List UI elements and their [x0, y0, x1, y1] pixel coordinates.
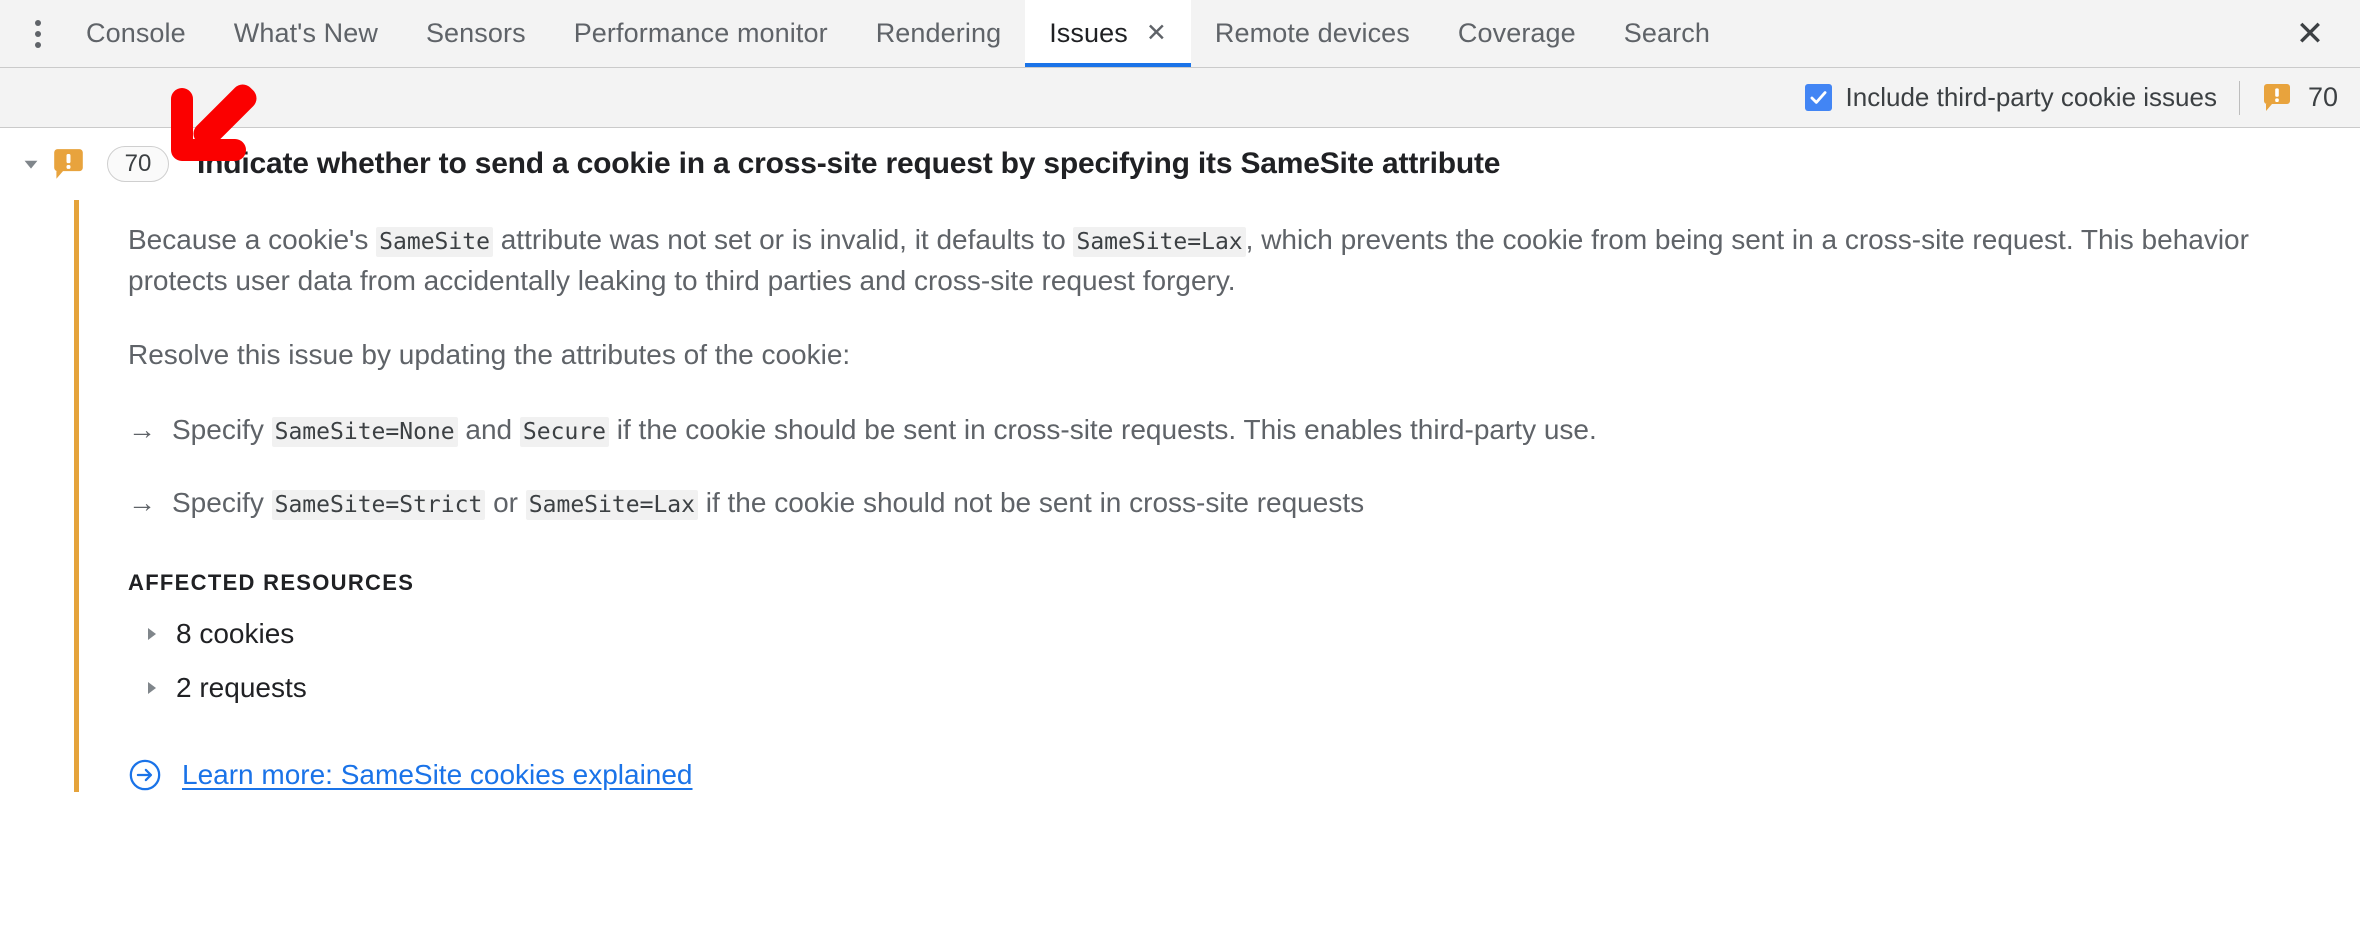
tab-rendering[interactable]: Rendering: [852, 0, 1026, 67]
issue-body: Because a cookie's SameSite attribute wa…: [0, 200, 2360, 793]
issue-description-paragraph: Because a cookie's SameSite attribute wa…: [128, 200, 2258, 301]
inline-code: Secure: [519, 416, 609, 447]
fix-text: Specify SameSite=None and Secure if the …: [172, 410, 1597, 449]
devtools-drawer: Console What's New Sensors Performance m…: [0, 0, 2360, 952]
issue-severity-rail: [74, 200, 79, 793]
tab-remote-devices[interactable]: Remote devices: [1191, 0, 1434, 67]
tab-label: What's New: [233, 18, 378, 48]
tab-issues[interactable]: Issues ✕: [1025, 0, 1191, 67]
tab-label: Sensors: [425, 18, 526, 48]
issue-entry: 70 Indicate whether to send a cookie in …: [0, 128, 2360, 793]
learn-more-link[interactable]: Learn more: SameSite cookies explained: [182, 759, 693, 791]
issue-fix-list: → Specify SameSite=None and Secure if th…: [128, 376, 2320, 522]
menu-dot: [35, 41, 41, 48]
tab-console[interactable]: Console: [62, 0, 210, 67]
close-icon[interactable]: ✕: [2282, 0, 2338, 68]
arrow-right-icon: →: [128, 486, 156, 518]
tab-search[interactable]: Search: [1600, 0, 1734, 67]
warning-bubble-icon: [52, 148, 85, 181]
affected-resource-requests[interactable]: 2 requests: [144, 672, 307, 704]
learn-more-link-row[interactable]: Learn more: SameSite cookies explained: [128, 758, 693, 792]
tab-coverage[interactable]: Coverage: [1434, 0, 1600, 67]
caret-down-icon[interactable]: [14, 153, 48, 175]
fix-text-part: or: [485, 486, 526, 518]
fix-list-item: → Specify SameSite=None and Secure if th…: [128, 376, 2320, 449]
fix-text-part: Specify: [172, 413, 272, 445]
menu-dot: [35, 30, 41, 37]
issue-resolve-paragraph: Resolve this issue by updating the attri…: [128, 339, 851, 371]
affected-resources-list: 8 cookies 2 requests: [128, 618, 2320, 704]
fix-text-part: if the cookie should be sent in cross-si…: [609, 413, 1597, 445]
fix-list-item: → Specify SameSite=Strict or SameSite=La…: [128, 449, 2320, 522]
tab-whats-new[interactable]: What's New: [210, 0, 402, 67]
tab-label: Rendering: [875, 18, 1002, 48]
inline-code: SameSite=Strict: [271, 489, 486, 520]
menu-dot: [35, 19, 41, 26]
tab-label: Performance monitor: [573, 18, 828, 48]
tab-performance-monitor[interactable]: Performance monitor: [550, 0, 852, 67]
fix-text: Specify SameSite=Strict or SameSite=Lax …: [172, 483, 1364, 522]
inline-code: SameSite=None: [271, 416, 458, 447]
tab-list: Console What's New Sensors Performance m…: [62, 0, 1734, 67]
resource-label: 8 cookies: [176, 618, 295, 650]
tab-label: Console: [86, 18, 186, 48]
more-tools-menu-icon[interactable]: [14, 0, 62, 67]
caret-right-icon[interactable]: [144, 626, 160, 642]
inline-code: SameSite=Lax: [1073, 227, 1246, 257]
drawer-tab-bar: Console What's New Sensors Performance m…: [0, 0, 2360, 68]
arrow-in-circle-icon: [128, 758, 162, 792]
inline-code: SameSite: [376, 227, 493, 257]
caret-right-icon[interactable]: [144, 680, 160, 696]
affected-resources-heading: Affected resources: [128, 570, 415, 596]
checkbox-checked-icon[interactable]: [1804, 84, 1832, 111]
issue-header[interactable]: 70 Indicate whether to send a cookie in …: [0, 128, 2360, 200]
issues-filter-toolbar: Include third-party cookie issues 70: [0, 68, 2360, 128]
resource-label: 2 requests: [176, 672, 307, 704]
tab-label: Issues: [1049, 18, 1128, 48]
arrow-right-icon: →: [128, 413, 156, 445]
warning-count-group: 70: [2262, 82, 2338, 113]
tab-label: Search: [1623, 18, 1710, 48]
tab-label: Coverage: [1457, 18, 1576, 48]
toolbar-divider: [2238, 80, 2240, 115]
checkbox-label: Include third-party cookie issues: [1845, 82, 2217, 112]
issue-count-badge: 70: [107, 146, 169, 182]
fix-text-part: if the cookie should not be sent in cros…: [697, 486, 1365, 518]
desc-text: attribute was not set or is invalid, it …: [492, 224, 1074, 255]
third-party-cookie-checkbox[interactable]: Include third-party cookie issues: [1804, 82, 2217, 113]
fix-text-part: Specify: [172, 486, 272, 518]
warning-bubble-icon: [2262, 83, 2292, 113]
issue-title: Indicate whether to send a cookie in a c…: [197, 147, 1501, 180]
tab-label: Remote devices: [1214, 18, 1410, 48]
affected-resource-cookies[interactable]: 8 cookies: [144, 618, 294, 650]
desc-text: Because a cookie's: [128, 224, 377, 255]
tab-sensors[interactable]: Sensors: [402, 0, 550, 67]
close-icon[interactable]: ✕: [1146, 21, 1167, 46]
fix-text-part: and: [457, 413, 520, 445]
warning-count: 70: [2307, 82, 2338, 112]
inline-code: SameSite=Lax: [525, 489, 698, 520]
